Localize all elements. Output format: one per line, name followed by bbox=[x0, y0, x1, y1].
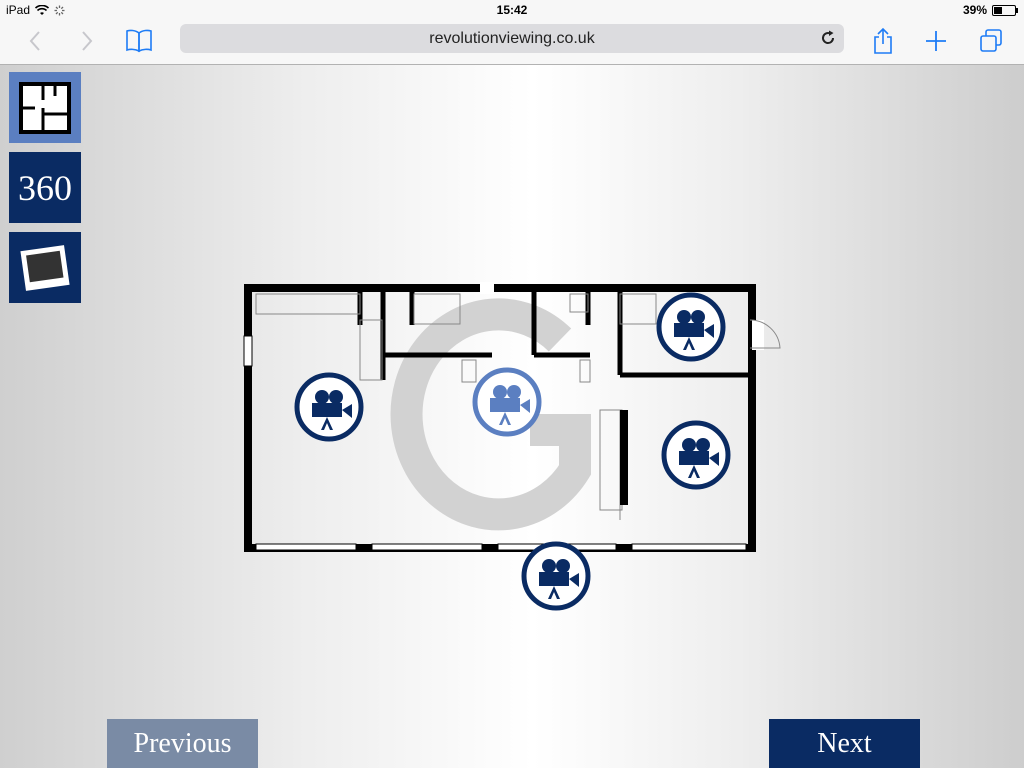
tabs-button[interactable] bbox=[974, 24, 1008, 58]
camera-marker-4[interactable] bbox=[661, 420, 731, 490]
tabs-icon bbox=[980, 29, 1002, 52]
bottom-windows bbox=[255, 543, 747, 551]
pano-360-button[interactable]: 360 bbox=[9, 152, 81, 223]
pano-360-label: 360 bbox=[18, 167, 72, 208]
battery-fill bbox=[994, 6, 1002, 14]
address-bar[interactable]: revolutionviewing.co.uk bbox=[180, 24, 844, 53]
share-icon bbox=[874, 27, 892, 54]
photo-button[interactable] bbox=[9, 232, 81, 303]
forward-button[interactable] bbox=[70, 24, 104, 58]
closet-wall bbox=[620, 410, 628, 505]
door-gap bbox=[480, 282, 494, 294]
new-tab-button[interactable] bbox=[919, 24, 953, 58]
camera-marker-1[interactable] bbox=[294, 372, 364, 442]
floorplan-button[interactable] bbox=[9, 72, 81, 143]
status-time: 15:42 bbox=[496, 3, 528, 17]
bookmarks-button[interactable] bbox=[122, 24, 156, 58]
camera-marker-5[interactable] bbox=[521, 541, 591, 611]
next-button[interactable]: Next bbox=[769, 719, 920, 768]
status-bar: iPad 15:42 39% bbox=[0, 0, 1024, 20]
battery-icon bbox=[992, 4, 1018, 16]
status-right: 39% bbox=[962, 3, 1018, 17]
chevron-right-icon bbox=[82, 31, 93, 51]
book-icon bbox=[126, 29, 152, 53]
share-button[interactable] bbox=[866, 24, 900, 58]
plus-icon bbox=[926, 31, 946, 51]
reload-icon[interactable] bbox=[818, 28, 838, 48]
browser-toolbar: revolutionviewing.co.uk bbox=[0, 20, 1024, 65]
chevron-left-icon bbox=[29, 31, 40, 51]
camera-marker-3[interactable] bbox=[656, 292, 726, 362]
photo-icon bbox=[20, 244, 70, 291]
floorplan-icon bbox=[19, 81, 71, 134]
back-button[interactable] bbox=[18, 24, 52, 58]
previous-button[interactable]: Previous bbox=[107, 719, 258, 768]
camera-marker-2-active[interactable] bbox=[472, 367, 542, 437]
url-text: revolutionviewing.co.uk bbox=[429, 30, 595, 47]
battery-percent: 39% bbox=[962, 3, 987, 17]
